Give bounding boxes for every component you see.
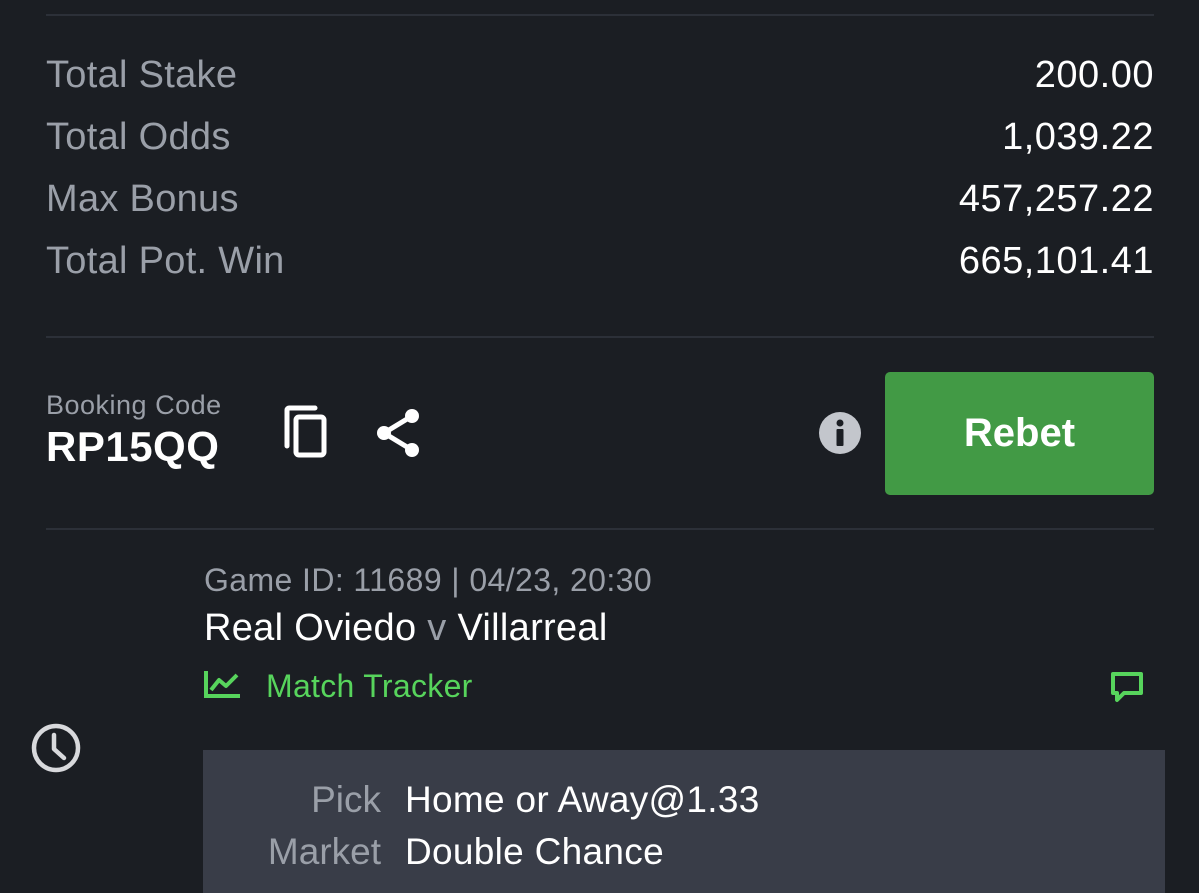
tracker-row: Match Tracker <box>204 664 1154 708</box>
summary-row-max-bonus: Max Bonus 457,257.22 <box>46 168 1154 230</box>
copy-icon[interactable] <box>278 402 334 462</box>
share-icon[interactable] <box>370 404 426 462</box>
line-chart-icon <box>204 669 242 704</box>
max-bonus-value: 457,257.22 <box>958 177 1154 220</box>
away-team: Villarreal <box>457 607 608 649</box>
home-team: Real Oviedo <box>204 607 417 649</box>
summary-row-total-odds: Total Odds 1,039.22 <box>46 106 1154 168</box>
pick-value: Home or Away@1.33 <box>405 779 760 820</box>
total-pot-win-label: Total Pot. Win <box>46 239 285 282</box>
match-tracker-link[interactable]: Match Tracker <box>204 668 473 705</box>
summary-row-total-pot-win: Total Pot. Win 665,101.41 <box>46 230 1154 292</box>
game-entry: Game ID: 11689 | 04/23, 20:30 Real Ovied… <box>204 562 1154 708</box>
selection-detail-box: Pick Home or Away@1.33 Market Double Cha… <box>203 750 1165 893</box>
booking-divider <box>46 528 1154 530</box>
pick-row: Pick Home or Away@1.33 <box>203 774 1165 826</box>
info-icon[interactable] <box>817 410 863 456</box>
booking-code-value: RP15QQ <box>46 423 220 470</box>
total-odds-value: 1,039.22 <box>1002 115 1154 158</box>
max-bonus-label: Max Bonus <box>46 177 239 220</box>
bet-details-page: Total Stake 200.00 Total Odds 1,039.22 M… <box>0 0 1199 893</box>
total-pot-win-value: 665,101.41 <box>958 239 1154 282</box>
market-value: Double Chance <box>405 831 664 872</box>
booking-code-label: Booking Code <box>46 390 222 420</box>
summary-row-total-stake: Total Stake 200.00 <box>46 44 1154 106</box>
total-stake-label: Total Stake <box>46 53 238 96</box>
booking-code-block: Booking Code RP15QQ <box>46 390 222 471</box>
chat-bubble-icon[interactable] <box>1108 668 1146 706</box>
bet-summary: Total Stake 200.00 Total Odds 1,039.22 M… <box>46 44 1154 292</box>
top-divider <box>46 14 1154 16</box>
match-teams: Real Oviedo v Villarreal <box>204 607 1154 650</box>
market-label: Market <box>267 831 381 872</box>
total-odds-label: Total Odds <box>46 115 231 158</box>
total-stake-value: 200.00 <box>1034 53 1154 96</box>
game-id-datetime: Game ID: 11689 | 04/23, 20:30 <box>204 562 653 598</box>
market-row: Market Double Chance <box>203 826 1165 878</box>
pick-label: Pick <box>311 779 381 820</box>
match-tracker-label: Match Tracker <box>266 667 473 704</box>
versus-separator: v <box>427 607 447 649</box>
summary-divider <box>46 336 1154 338</box>
rebet-button[interactable]: Rebet <box>885 372 1154 495</box>
clock-icon <box>30 722 82 774</box>
